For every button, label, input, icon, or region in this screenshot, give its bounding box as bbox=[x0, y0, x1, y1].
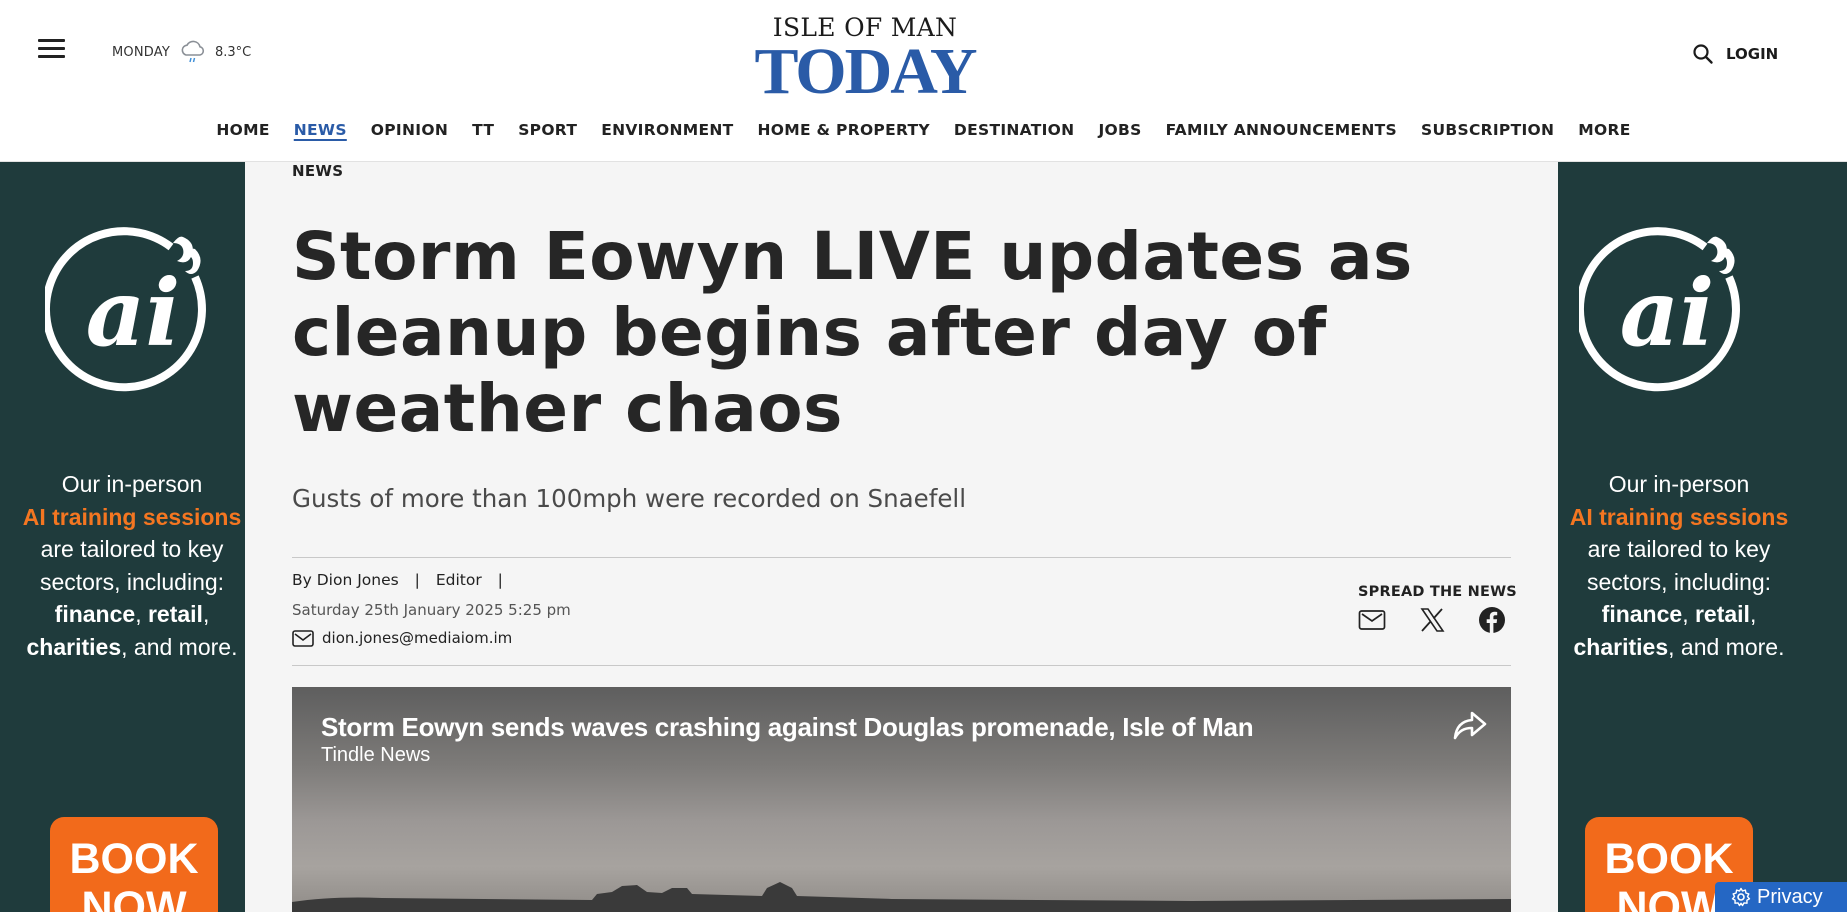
byline-separator: | bbox=[497, 571, 503, 589]
right-skyscraper-ad[interactable]: ai Our in-person AI training sessions ar… bbox=[1558, 162, 1847, 912]
share-email-icon[interactable] bbox=[1358, 606, 1386, 634]
ad-sector: charities bbox=[1573, 633, 1669, 660]
ad-line: , and more. bbox=[121, 633, 238, 660]
ad-highlight: AI training sessions bbox=[22, 503, 242, 530]
search-icon[interactable] bbox=[1692, 43, 1714, 65]
nav-item-sport[interactable]: SPORT bbox=[518, 121, 577, 139]
ai-logo-icon: ai bbox=[45, 227, 206, 392]
share-block: SPREAD THE NEWS bbox=[1358, 584, 1517, 633]
nav-item-destination[interactable]: DESTINATION bbox=[954, 121, 1075, 139]
gear-icon bbox=[1731, 887, 1751, 907]
share-label: SPREAD THE NEWS bbox=[1358, 584, 1517, 600]
article-headline: Storm Eowyn LIVE updates as cleanup begi… bbox=[292, 218, 1413, 447]
video-title[interactable]: Storm Eowyn sends waves crashing against… bbox=[321, 712, 1254, 743]
nav-item-home-property[interactable]: HOME & PROPERTY bbox=[757, 121, 929, 139]
nav-item-family-announcements[interactable]: FAMILY ANNOUNCEMENTS bbox=[1166, 121, 1397, 139]
nav-item-jobs[interactable]: JOBS bbox=[1098, 121, 1141, 139]
publish-date: Saturday 25th January 2025 5:25 pm bbox=[292, 601, 571, 619]
share-x-icon[interactable] bbox=[1418, 606, 1446, 634]
section-label[interactable]: NEWS bbox=[292, 162, 343, 180]
byline: By Dion Jones | Editor | bbox=[292, 571, 514, 589]
ad-line: , and more. bbox=[1668, 633, 1785, 660]
book-now-button[interactable]: BOOK NOW bbox=[50, 817, 218, 912]
privacy-label[interactable]: Privacy bbox=[1757, 886, 1823, 909]
share-facebook-icon[interactable] bbox=[1478, 606, 1506, 634]
article-standfirst: Gusts of more than 100mph were recorded … bbox=[292, 484, 967, 513]
ad-line: are tailored to key sectors, including: bbox=[1586, 536, 1772, 595]
site-logo[interactable]: ISLE OF MAN TODAY bbox=[740, 14, 990, 108]
video-player[interactable]: Storm Eowyn sends waves crashing against… bbox=[292, 687, 1511, 912]
ai-logo-icon: ai bbox=[1579, 227, 1740, 392]
author-name[interactable]: Dion Jones bbox=[317, 571, 399, 589]
ai-logo-text: ai bbox=[1620, 259, 1715, 367]
ad-copy: Our in-person AI training sessions are t… bbox=[22, 471, 242, 660]
privacy-button[interactable]: Privacy bbox=[1715, 882, 1847, 912]
ad-line: Our in-person bbox=[1608, 471, 1750, 497]
left-skyscraper-ad[interactable]: ai Our in-person AI training sessions ar… bbox=[0, 162, 245, 912]
byline-separator: | bbox=[414, 571, 420, 589]
ad-line: Our in-person bbox=[61, 471, 203, 497]
ad-copy: Our in-person AI training sessions are t… bbox=[1569, 471, 1789, 660]
ai-logo-text: ai bbox=[86, 259, 181, 367]
main-nav: HOME NEWS OPINION TT SPORT ENVIRONMENT H… bbox=[0, 121, 1847, 139]
ad-line: are tailored to key sectors, including: bbox=[39, 536, 225, 595]
video-source: Tindle News bbox=[321, 744, 431, 766]
login-link[interactable]: LOGIN bbox=[1726, 45, 1778, 63]
author-email-link[interactable]: dion.jones@mediaiom.im bbox=[292, 629, 512, 647]
nav-item-opinion[interactable]: OPINION bbox=[371, 121, 448, 139]
rain-cloud-icon bbox=[181, 40, 204, 63]
menu-icon[interactable] bbox=[38, 37, 65, 59]
weather-day: MONDAY bbox=[112, 44, 170, 60]
site-header: MONDAY 8.3°C ISLE OF MAN TODAY LOGIN HOM… bbox=[0, 0, 1847, 162]
nav-item-more[interactable]: MORE bbox=[1578, 121, 1630, 139]
nav-item-subscription[interactable]: SUBSCRIPTION bbox=[1421, 121, 1554, 139]
weather-widget: MONDAY 8.3°C bbox=[112, 38, 251, 66]
author-email[interactable]: dion.jones@mediaiom.im bbox=[322, 629, 512, 647]
ad-sector: retail bbox=[1694, 601, 1750, 627]
author-role: Editor bbox=[435, 571, 482, 589]
ad-sector: charities bbox=[26, 633, 122, 660]
divider bbox=[292, 557, 1511, 558]
divider bbox=[292, 665, 1511, 666]
ad-sector: retail bbox=[147, 601, 203, 627]
ad-highlight: AI training sessions bbox=[1569, 503, 1789, 530]
nav-item-environment[interactable]: ENVIRONMENT bbox=[601, 121, 733, 139]
promenade-silhouette bbox=[292, 882, 1511, 912]
video-share-icon[interactable] bbox=[1452, 707, 1488, 743]
nav-item-news[interactable]: NEWS bbox=[294, 121, 347, 139]
email-icon bbox=[292, 629, 314, 647]
logo-main-text: TODAY bbox=[754, 35, 977, 108]
nav-item-home[interactable]: HOME bbox=[216, 121, 269, 139]
ad-sector: finance bbox=[54, 601, 136, 627]
nav-item-tt[interactable]: TT bbox=[472, 121, 494, 139]
byline-prefix: By bbox=[292, 571, 312, 589]
article: NEWS Storm Eowyn LIVE updates as cleanup… bbox=[245, 162, 1558, 912]
weather-temperature: 8.3°C bbox=[214, 44, 252, 60]
ad-sector: finance bbox=[1601, 601, 1683, 627]
